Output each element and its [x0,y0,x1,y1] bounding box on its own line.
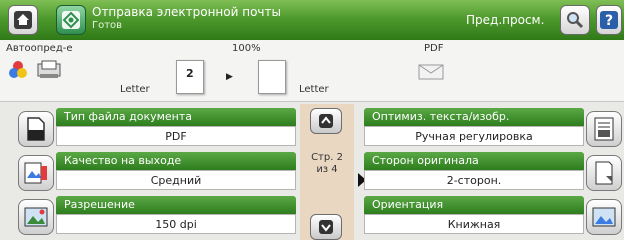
setting-resolution[interactable]: Разрешение 150 dpi [0,196,300,238]
page-indicator: Стр. 2 из 4 [300,152,354,176]
color-mode-icon [9,61,27,78]
page-title: Отправка электронной почты [92,5,281,19]
arrow-right-icon: ▶ [226,72,233,82]
orientation-button[interactable] [586,199,622,235]
home-button[interactable] [8,5,38,35]
help-icon: ? [600,11,618,29]
sides-icon [595,161,613,185]
email-envelope-icon [418,64,444,80]
setting-value[interactable]: PDF [56,126,296,146]
setting-output-quality[interactable]: Качество на выходе Средний [0,152,300,194]
orientation-icon [592,207,616,227]
chevron-down-icon [319,220,333,234]
page-current: Стр. 2 [311,152,343,163]
setting-value[interactable]: 150 dpi [56,214,296,234]
setting-orientation[interactable]: Ориентация Книжная [354,196,624,238]
scroll-up-button[interactable] [310,108,342,134]
setting-label: Тип файла документа [56,108,296,126]
pager-column: Стр. 2 из 4 [300,104,354,240]
source-page-icon: 2 [176,60,204,94]
scroll-down-button[interactable] [310,214,342,240]
setting-value[interactable]: Книжная [364,214,584,234]
chevron-up-icon [319,114,333,128]
file-type-button[interactable] [18,111,54,147]
setting-label: Сторон оригинала [364,152,584,170]
quality-button[interactable] [18,155,54,191]
output-paper-label: Letter [299,84,329,95]
setting-file-type[interactable]: Тип файла документа PDF [0,108,300,150]
setting-label: Качество на выходе [56,152,296,170]
status-text: Готов [92,20,123,31]
resolution-icon [24,207,48,227]
document-feeder-icon [37,60,61,78]
title-bar: Отправка электронной почты Готов Пред.пр… [0,0,624,40]
setting-label: Оптимиз. текста/изобр. [364,108,584,126]
sides-button[interactable] [586,155,622,191]
optimize-icon [594,117,614,141]
job-summary-strip: Автоопред-е 100% PDF Letter 2 ▶ Letter [0,40,624,102]
home-icon [14,11,32,29]
setting-value[interactable]: Средний [56,170,296,190]
output-page-icon [258,60,286,94]
copies-value: 2 [186,67,194,80]
source-paper-label: Letter [120,84,150,95]
setting-label: Разрешение [56,196,296,214]
file-type-icon [27,117,45,141]
optimize-button[interactable] [586,111,622,147]
format-label: PDF [424,43,444,54]
email-app-button[interactable] [56,5,86,35]
setting-optimize[interactable]: Оптимиз. текста/изобр. Ручная регулировк… [354,108,624,150]
page-total: из 4 [316,164,338,175]
scale-label: 100% [232,43,261,54]
auto-detect-label: Автоопред-е [6,43,73,54]
preview-label: Пред.просм. [466,13,545,27]
setting-value[interactable]: Ручная регулировка [364,126,584,146]
setting-value[interactable]: 2-сторон. [364,170,584,190]
help-button[interactable]: ? [596,5,622,35]
preview-button[interactable] [560,5,590,35]
setting-original-sides[interactable]: Сторон оригинала 2-сторон. [354,152,624,194]
setting-label: Ориентация [364,196,584,214]
resolution-button[interactable] [18,199,54,235]
magnifier-icon [567,12,584,29]
svg-text:?: ? [605,13,613,29]
app-icon [62,11,80,29]
quality-icon [24,162,47,184]
